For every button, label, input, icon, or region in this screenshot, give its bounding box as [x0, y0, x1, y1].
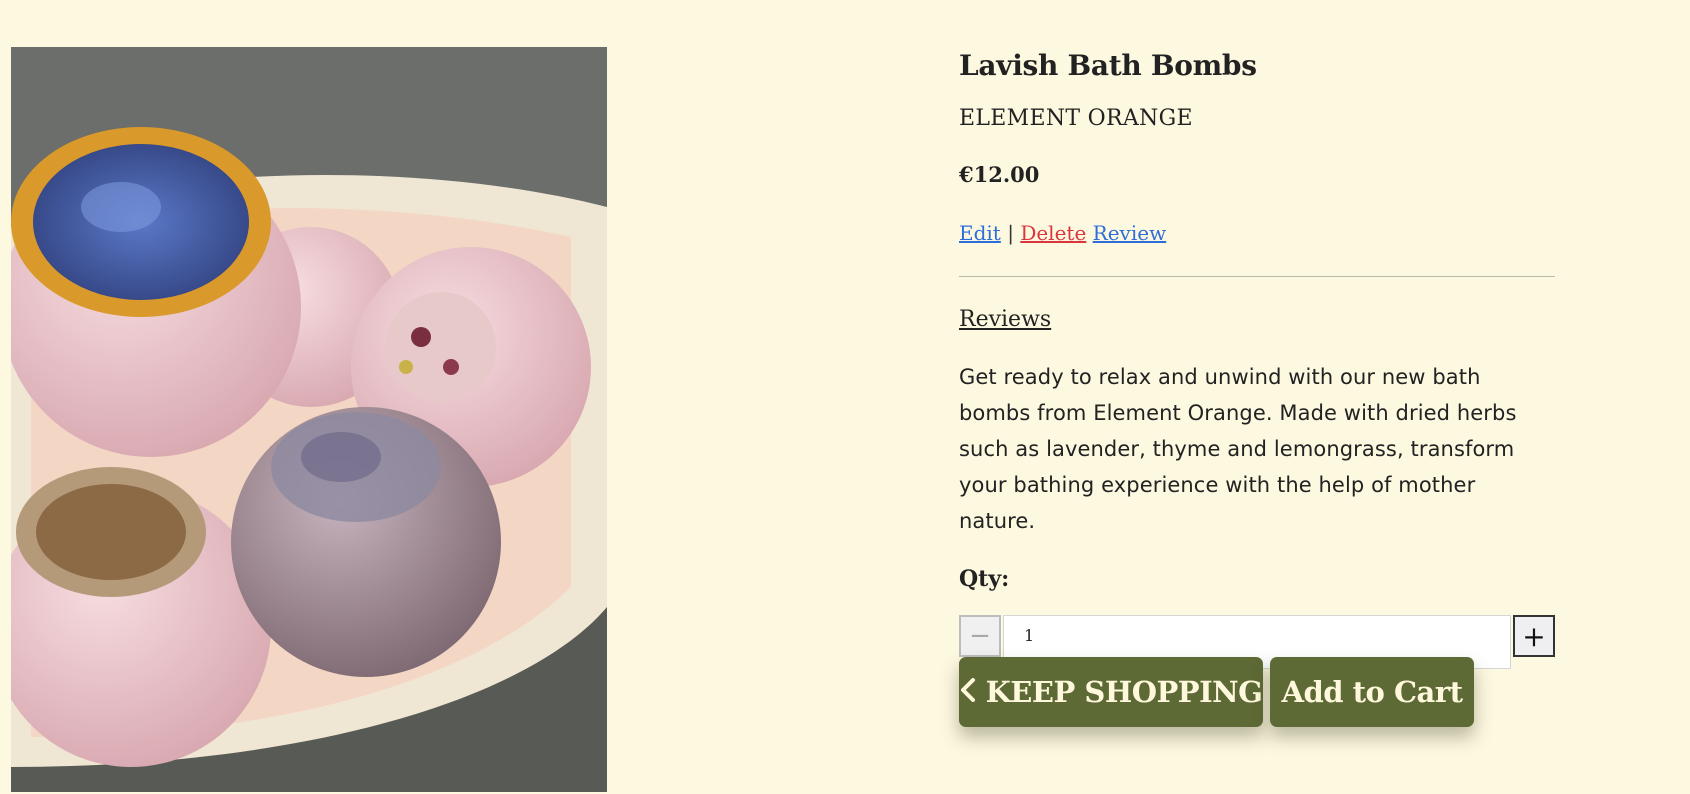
product-brand: ELEMENT ORANGE	[959, 106, 1193, 131]
divider	[959, 276, 1555, 277]
product-description: Get ready to relax and unwind with our n…	[959, 365, 1517, 533]
reviews-link[interactable]: Reviews	[959, 303, 1051, 337]
chevron-left-icon	[960, 675, 976, 709]
add-to-cart-label: Add to Cart	[1281, 675, 1463, 709]
increment-button[interactable]: +	[1513, 615, 1555, 657]
admin-actions: Edit | Delete Review	[959, 218, 1555, 248]
decrement-button[interactable]: −	[959, 615, 1001, 657]
quantity-label: Qty:	[959, 566, 1010, 592]
keep-shopping-label: KEEP SHOPPING	[985, 675, 1263, 709]
separator: |	[1007, 221, 1014, 245]
delete-link[interactable]: Delete	[1020, 221, 1086, 245]
product-image	[11, 47, 607, 792]
review-link[interactable]: Review	[1093, 221, 1167, 245]
product-title: Lavish Bath Bombs	[959, 49, 1257, 82]
plus-icon: +	[1522, 619, 1546, 653]
product-details: Lavish Bath Bombs ELEMENT ORANGE €12.00 …	[959, 44, 1555, 669]
edit-link[interactable]: Edit	[959, 221, 1001, 245]
keep-shopping-button[interactable]: KEEP SHOPPING	[959, 657, 1263, 727]
minus-icon: −	[969, 621, 991, 651]
add-to-cart-button[interactable]: Add to Cart	[1270, 657, 1474, 727]
cart-buttons: KEEP SHOPPING Add to Cart	[959, 657, 1474, 727]
product-price: €12.00	[959, 162, 1040, 187]
